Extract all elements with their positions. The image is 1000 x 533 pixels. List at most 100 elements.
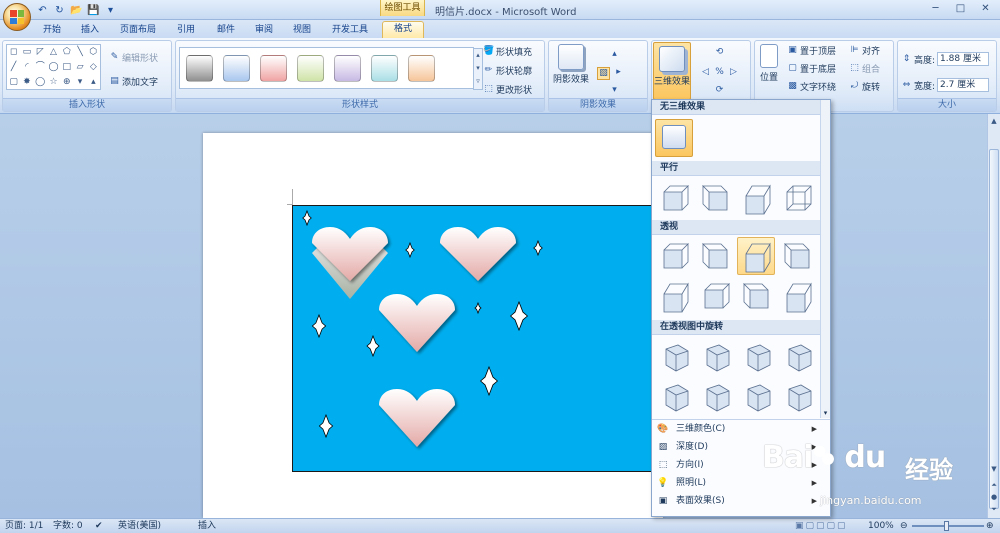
prev-page-icon[interactable]: ⏶ bbox=[988, 480, 1000, 491]
redo-icon[interactable]: ↻ bbox=[53, 4, 66, 17]
3d-preset-option[interactable] bbox=[737, 277, 775, 315]
text-wrap-button[interactable]: ▩ 文字环绕 bbox=[787, 80, 836, 93]
tab-mailings[interactable]: 邮件 bbox=[212, 23, 240, 38]
3d-preset-option[interactable] bbox=[655, 378, 693, 416]
scroll-down-icon[interactable]: ▼ bbox=[988, 464, 1000, 475]
next-page-icon[interactable]: ⏷ bbox=[988, 504, 1000, 515]
shape-option[interactable]: ⌒ bbox=[34, 60, 47, 75]
office-button[interactable] bbox=[3, 3, 31, 31]
shadow-toggle[interactable]: ▧ bbox=[597, 67, 610, 80]
shape-styles-gallery[interactable]: ▴ ▾ ▿ bbox=[179, 47, 483, 90]
tab-developer[interactable]: 开发工具 bbox=[328, 23, 372, 38]
bring-to-front-button[interactable]: ▣ 置于顶层 bbox=[787, 44, 836, 57]
tilt-down-button[interactable]: ⟳ bbox=[714, 85, 725, 96]
style-swatch[interactable] bbox=[260, 54, 287, 82]
3d-effects-button[interactable]: 三维效果 bbox=[653, 42, 691, 100]
style-swatch[interactable] bbox=[297, 54, 324, 82]
add-text-button[interactable]: ▤ 添加文字 bbox=[109, 75, 158, 88]
style-swatch[interactable] bbox=[186, 54, 213, 82]
tab-review[interactable]: 审阅 bbox=[250, 23, 278, 38]
3d-preset-option[interactable] bbox=[737, 378, 775, 416]
postcard-canvas[interactable] bbox=[292, 205, 657, 472]
open-icon[interactable]: 📂 bbox=[70, 4, 83, 17]
dropdown-scroll-down-icon[interactable]: ▾ bbox=[821, 409, 830, 417]
shape-option[interactable]: ▴ bbox=[87, 75, 100, 90]
3d-preset-option[interactable] bbox=[778, 277, 816, 315]
3d-preset-option[interactable] bbox=[778, 338, 816, 376]
style-swatch[interactable] bbox=[408, 54, 435, 82]
shape-option[interactable]: ╱ bbox=[7, 60, 20, 75]
tab-home[interactable]: 开始 bbox=[38, 23, 66, 38]
gallery-scroll[interactable]: ▴ ▾ ▿ bbox=[473, 48, 483, 90]
3d-preset-option[interactable] bbox=[696, 277, 734, 315]
no-3d-effect-option[interactable] bbox=[655, 119, 693, 157]
dropdown-scrollbar[interactable]: ▾ bbox=[820, 100, 830, 418]
style-swatch[interactable] bbox=[334, 54, 361, 82]
shape-option[interactable]: ▭ bbox=[20, 45, 33, 60]
3d-preset-option[interactable] bbox=[778, 179, 816, 217]
shape-option[interactable]: △ bbox=[47, 45, 60, 60]
scroll-up-icon[interactable]: ▲ bbox=[988, 116, 1000, 127]
3d-preset-option[interactable] bbox=[737, 237, 775, 275]
save-icon[interactable]: 💾 bbox=[87, 4, 100, 17]
style-swatch[interactable] bbox=[371, 54, 398, 82]
tab-insert[interactable]: 插入 bbox=[76, 23, 104, 38]
3d-preset-option[interactable] bbox=[696, 338, 734, 376]
menu-surface[interactable]: ▣ 表面效果(S) ▶ bbox=[652, 492, 821, 510]
change-shape-button[interactable]: ⬚ 更改形状 bbox=[483, 83, 532, 96]
3d-preset-option[interactable] bbox=[696, 237, 734, 275]
tab-view[interactable]: 视图 bbox=[288, 23, 316, 38]
status-insert-mode[interactable]: 插入 bbox=[198, 519, 216, 533]
minimize-button[interactable]: ─ bbox=[923, 1, 948, 17]
zoom-slider-thumb[interactable] bbox=[944, 521, 949, 531]
shape-option[interactable]: ◻ bbox=[7, 45, 20, 60]
shape-option[interactable]: ⊕ bbox=[60, 75, 73, 90]
tab-page-layout[interactable]: 页面布局 bbox=[116, 23, 160, 38]
3d-preset-option[interactable] bbox=[696, 179, 734, 217]
status-words[interactable]: 字数: 0 bbox=[53, 519, 83, 533]
shape-fill-button[interactable]: 🪣 形状填充 bbox=[483, 45, 532, 58]
maximize-button[interactable]: □ bbox=[948, 1, 973, 17]
position-button[interactable]: 位置 bbox=[757, 44, 781, 83]
scroll-thumb[interactable] bbox=[989, 149, 999, 509]
nudge-shadow-right[interactable]: ▸ bbox=[613, 67, 624, 78]
view-buttons-icon[interactable]: ▣▢▢▢▢ bbox=[795, 519, 848, 533]
shape-option[interactable]: ◜ bbox=[20, 60, 33, 75]
3d-preset-option[interactable] bbox=[737, 338, 775, 376]
tilt-up-button[interactable]: ⟲ bbox=[714, 47, 725, 58]
zoom-in-icon[interactable]: ⊕ bbox=[986, 519, 994, 533]
3d-preset-option[interactable] bbox=[655, 277, 693, 315]
edit-shape-button[interactable]: ✎ 编辑形状 bbox=[109, 51, 158, 64]
shape-outline-button[interactable]: ✏ 形状轮廓 bbox=[483, 64, 532, 77]
shape-option[interactable]: ✸ bbox=[20, 75, 33, 90]
tilt-left-button[interactable]: ◁ bbox=[700, 67, 711, 78]
height-input[interactable]: 1.88 厘米 bbox=[937, 52, 990, 66]
shape-option[interactable]: ▾ bbox=[73, 75, 86, 90]
rotate-button[interactable]: ⤾ 旋转 bbox=[849, 80, 880, 93]
shape-option[interactable]: ⬠ bbox=[60, 45, 73, 60]
3d-preset-option[interactable] bbox=[696, 378, 734, 416]
zoom-level[interactable]: 100% bbox=[868, 519, 894, 533]
status-language[interactable]: 英语(美国) bbox=[118, 519, 161, 533]
3d-preset-option[interactable] bbox=[655, 338, 693, 376]
shape-option[interactable]: ◸ bbox=[34, 45, 47, 60]
menu-3d-color[interactable]: 🎨 三维颜色(C) ▶ bbox=[652, 420, 821, 438]
zoom-out-icon[interactable]: ⊖ bbox=[900, 519, 908, 533]
shape-option[interactable]: ╲ bbox=[73, 45, 86, 60]
align-button[interactable]: ⊫ 对齐 bbox=[849, 44, 880, 57]
menu-lighting[interactable]: 💡 照明(L) ▶ bbox=[652, 474, 821, 492]
shape-option[interactable]: ▢ bbox=[7, 75, 20, 90]
group-button[interactable]: ⬚ 组合 bbox=[849, 62, 880, 75]
shape-option[interactable]: ◯ bbox=[47, 60, 60, 75]
3d-preset-option[interactable] bbox=[778, 378, 816, 416]
select-browse-icon[interactable]: ● bbox=[988, 492, 1000, 503]
undo-icon[interactable]: ↶ bbox=[36, 4, 49, 17]
3d-preset-option[interactable] bbox=[778, 237, 816, 275]
spellcheck-icon[interactable]: ✔ bbox=[95, 519, 103, 533]
shadow-effects-button[interactable]: 阴影效果 bbox=[553, 44, 589, 85]
style-swatch[interactable] bbox=[223, 54, 250, 82]
3d-preset-option[interactable] bbox=[655, 179, 693, 217]
shape-option[interactable]: ◯ bbox=[34, 75, 47, 90]
shape-option[interactable]: □ bbox=[60, 60, 73, 75]
3d-preset-option[interactable] bbox=[737, 179, 775, 217]
